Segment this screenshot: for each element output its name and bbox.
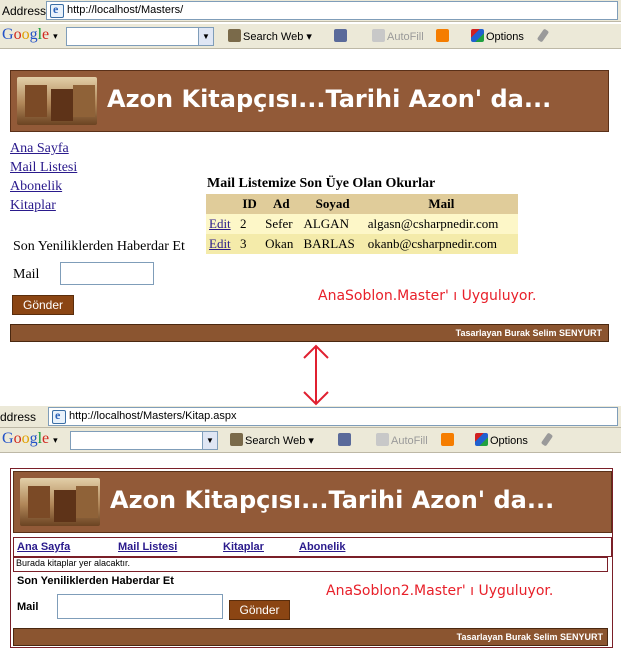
autofill-button[interactable]: AutoFill (376, 433, 428, 447)
options-button[interactable]: Options (471, 29, 524, 43)
master-note: AnaSoblon.Master' ı Uyguluyor. (318, 288, 537, 304)
google-search-input[interactable]: ▼ (70, 431, 218, 450)
mail-table-caption: Mail Listemize Son Üye Olan Okurlar (207, 176, 436, 191)
chevron-down-icon[interactable]: ▼ (202, 432, 217, 449)
table-header: Ad (262, 194, 301, 214)
edit-link[interactable]: Edit (209, 216, 231, 231)
site-footer: Tasarlayan Burak Selim SENYURT (13, 628, 608, 646)
table-row: Edit 2 Sefer ALGAN algasn@csharpnedir.co… (206, 214, 518, 234)
search-web-button[interactable]: Search Web ▾ (228, 29, 312, 43)
autofill-icon (372, 29, 385, 42)
google-logo[interactable]: Google ▾ (2, 26, 58, 44)
nav-link-ana-sayfa[interactable]: Ana Sayfa (10, 141, 69, 157)
mail-label: Mail (17, 601, 39, 613)
mail-input[interactable] (57, 594, 223, 619)
address-url: http://localhost/Masters/Kitap.aspx (69, 410, 237, 422)
pen-button[interactable] (540, 432, 554, 447)
autofill-icon (376, 433, 389, 446)
news-icon (338, 433, 351, 446)
address-url: http://localhost/Masters/ (67, 4, 184, 16)
options-button[interactable]: Options (475, 433, 528, 447)
table-header: Mail (364, 194, 518, 214)
banner-title: Azon Kitapçısı...Tarihi Azon' da... (110, 486, 555, 514)
mail-table: ID Ad Soyad Mail Edit 2 Sefer ALGAN alga… (206, 194, 518, 254)
binoculars-icon (230, 433, 243, 446)
address-label: Address (2, 4, 47, 18)
pen-button[interactable] (536, 28, 550, 43)
pen-icon (540, 432, 554, 447)
table-header: ID (237, 194, 263, 214)
google-search-input[interactable]: ▼ (66, 27, 214, 46)
google-toolbar: Google ▾ ▼ Search Web ▾ AutoFill Options (0, 24, 621, 49)
blogger-icon (441, 433, 454, 446)
table-header: Soyad (300, 194, 365, 214)
books-image (17, 77, 97, 125)
master-note: AnaSoblon2.Master' ı Uyguluyor. (326, 583, 554, 599)
mail-label: Mail (13, 267, 40, 282)
nav-link-abonelik[interactable]: Abonelik (10, 179, 62, 195)
search-web-button[interactable]: Search Web ▾ (230, 433, 314, 447)
address-bar: ddress http://localhost/Masters/Kitap.as… (0, 406, 621, 428)
ie-page-icon (50, 2, 64, 18)
google-logo[interactable]: Google ▾ (2, 430, 58, 448)
send-button[interactable]: Gönder (229, 600, 290, 620)
double-arrow-icon (303, 344, 329, 406)
edit-link[interactable]: Edit (209, 236, 231, 251)
site-banner: Azon Kitapçısı...Tarihi Azon' da... (10, 70, 609, 132)
nav-link-abonelik[interactable]: Abonelik (299, 541, 345, 553)
google-toolbar: Google ▾ ▼ Search Web ▾ AutoFill Options (0, 428, 621, 453)
site-footer: Tasarlayan Burak Selim SENYURT (10, 324, 609, 342)
blogger-icon (436, 29, 449, 42)
address-input[interactable]: http://localhost/Masters/ (46, 1, 618, 20)
options-icon (475, 433, 488, 446)
table-row: Edit 3 Okan BARLAS okanb@csharpnedir.com (206, 234, 518, 254)
footer-text: Tasarlayan Burak Selim SENYURT (456, 632, 603, 642)
subscribe-heading: Son Yeniliklerden Haberdar Et (17, 575, 174, 587)
cell-soyad: BARLAS (300, 234, 365, 254)
chevron-down-icon[interactable]: ▼ (198, 28, 213, 45)
cell-id: 3 (237, 234, 263, 254)
cell-ad: Sefer (262, 214, 301, 234)
news-icon (334, 29, 347, 42)
cell-ad: Okan (262, 234, 301, 254)
content-area: Burada kitaplar yer alacaktır. (13, 557, 608, 572)
ie-page-icon (52, 408, 66, 424)
pen-icon (536, 28, 550, 43)
blogger-button[interactable] (441, 433, 456, 447)
banner-title: Azon Kitapçısı...Tarihi Azon' da... (107, 85, 552, 113)
footer-text: Tasarlayan Burak Selim SENYURT (455, 328, 602, 338)
binoculars-icon (228, 29, 241, 42)
nav-link-mail-listesi[interactable]: Mail Listesi (10, 160, 77, 176)
address-label: ddress (0, 410, 37, 424)
content-text: Burada kitaplar yer alacaktır. (16, 558, 131, 568)
site-banner: Azon Kitapçısı...Tarihi Azon' da... (13, 471, 612, 533)
news-button[interactable] (334, 29, 349, 43)
cell-id: 2 (237, 214, 263, 234)
send-button[interactable]: Gönder (12, 295, 74, 315)
options-icon (471, 29, 484, 42)
blogger-button[interactable] (436, 29, 451, 43)
cell-mail: algasn@csharpnedir.com (364, 214, 518, 234)
mail-input[interactable] (60, 262, 154, 285)
table-header (206, 194, 238, 214)
nav-link-kitaplar[interactable]: Kitaplar (223, 541, 264, 553)
nav-link-mail-listesi[interactable]: Mail Listesi (118, 541, 177, 553)
nav-link-kitaplar[interactable]: Kitaplar (10, 198, 56, 214)
address-bar: Address http://localhost/Masters/ (0, 0, 621, 22)
books-image (20, 478, 100, 526)
subscribe-heading: Son Yeniliklerden Haberdar Et (13, 239, 185, 254)
table-header-row: ID Ad Soyad Mail (206, 194, 518, 214)
nav-link-ana-sayfa[interactable]: Ana Sayfa (17, 541, 70, 553)
cell-soyad: ALGAN (300, 214, 365, 234)
cell-mail: okanb@csharpnedir.com (364, 234, 518, 254)
news-button[interactable] (338, 433, 353, 447)
autofill-button[interactable]: AutoFill (372, 29, 424, 43)
address-input[interactable]: http://localhost/Masters/Kitap.aspx (48, 407, 618, 426)
